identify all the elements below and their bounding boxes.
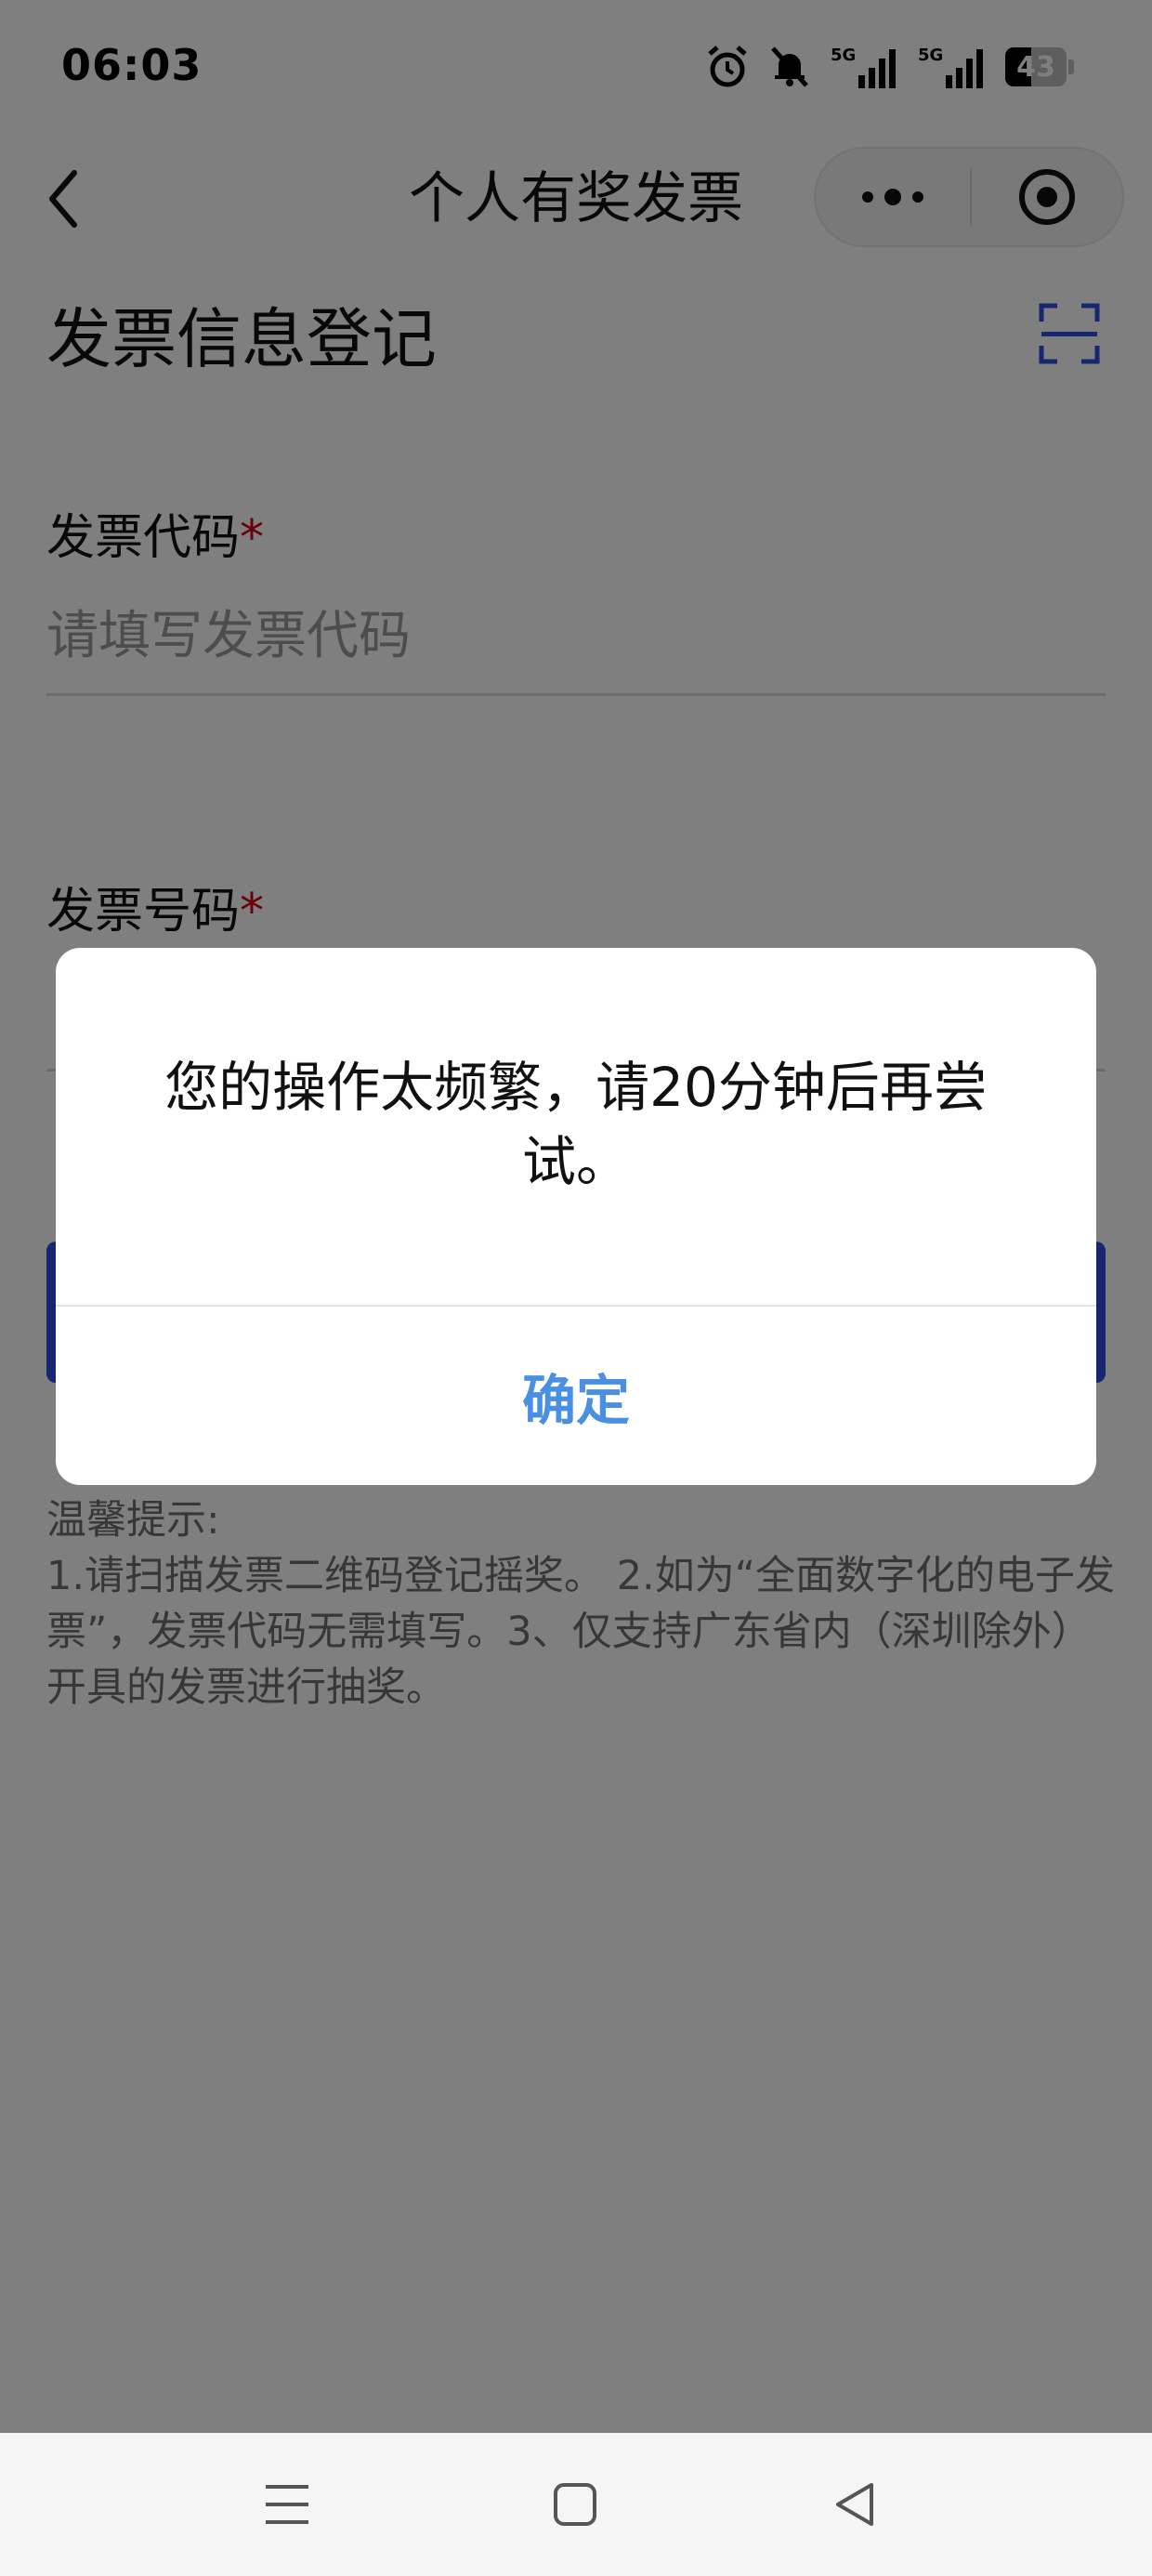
- alert-dialog: 您的操作太频繁，请20分钟后再尝试。 确定: [56, 948, 1096, 1485]
- home-button[interactable]: [548, 2477, 602, 2531]
- dialog-message: 您的操作太频繁，请20分钟后再尝试。: [164, 1056, 988, 1193]
- system-back-button[interactable]: [829, 2477, 883, 2531]
- menu-icon: [266, 2485, 308, 2524]
- confirm-button[interactable]: 确定: [56, 1307, 1096, 1485]
- home-square-icon: [554, 2483, 596, 2526]
- menu-button[interactable]: [260, 2477, 314, 2531]
- triangle-back-icon: [836, 2483, 873, 2526]
